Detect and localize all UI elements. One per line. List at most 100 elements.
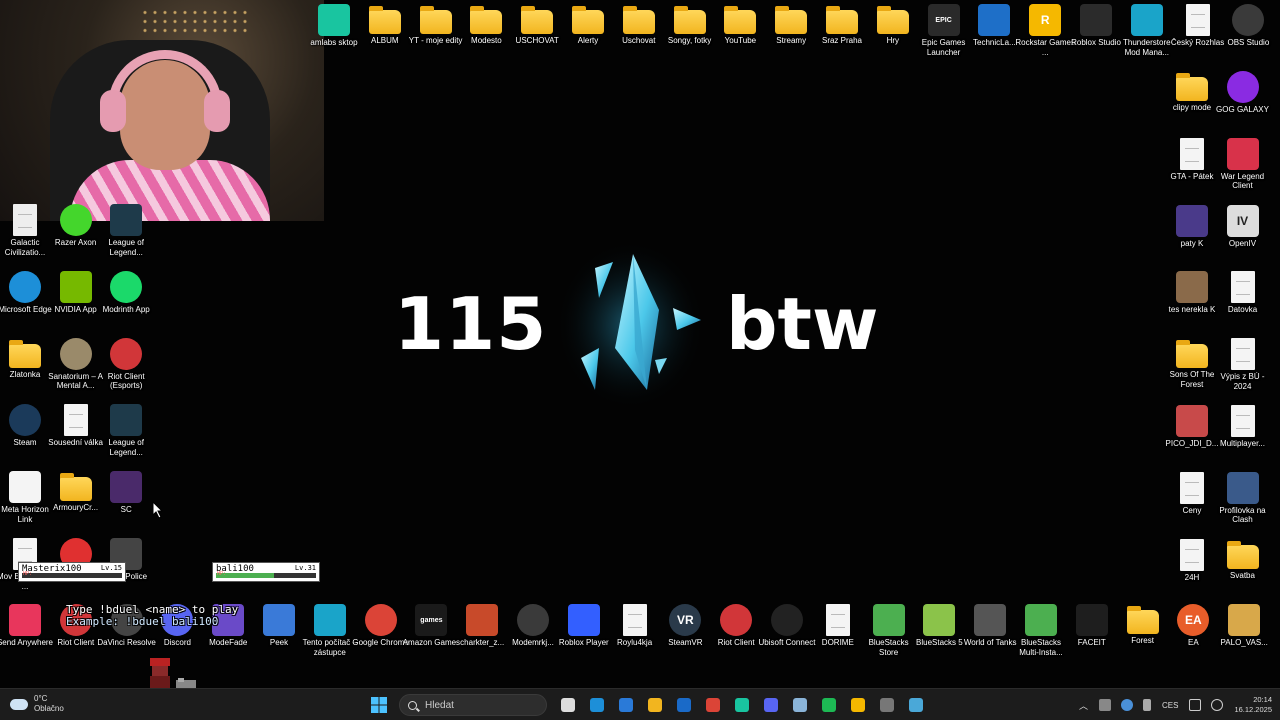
taskbar-app-button[interactable]: [672, 693, 696, 717]
taskbar-app-button[interactable]: [585, 693, 609, 717]
peek-icon: [263, 604, 295, 636]
desktop-shortcut[interactable]: tes nerekla K: [1164, 271, 1220, 333]
desktop-shortcut[interactable]: R Rockstar Games ...: [1015, 4, 1075, 66]
desktop-shortcut[interactable]: Modesto: [458, 4, 514, 66]
desktop-shortcut[interactable]: Send Anywhere: [0, 604, 53, 666]
computer-icon: [313, 604, 346, 636]
desktop-shortcut[interactable]: Galactic Civilizatio...: [0, 204, 53, 266]
desktop-shortcut[interactable]: OBS Studio: [1220, 4, 1276, 66]
desktop-shortcut[interactable]: League of Legend...: [98, 404, 154, 466]
desktop-shortcut[interactable]: GOG GALAXY: [1215, 71, 1271, 133]
taskbar-app-button[interactable]: [730, 693, 754, 717]
desktop-shortcut[interactable]: Svatba: [1215, 539, 1271, 601]
desktop-shortcut[interactable]: IV OpenIV: [1215, 204, 1271, 267]
desktop-shortcut[interactable]: Thunderstore Mod Mana...: [1119, 4, 1175, 66]
desktop-shortcut[interactable]: ArmouryCr...: [48, 471, 104, 533]
taskbar-app-button[interactable]: [846, 693, 870, 717]
desktop-shortcut[interactable]: TechnicLa...: [966, 4, 1022, 66]
desktop-shortcut[interactable]: ALBUM: [357, 4, 413, 66]
shortcut-label: Riot Client (Esports): [107, 371, 145, 391]
desktop-shortcut[interactable]: EA EA: [1165, 604, 1221, 666]
desktop-shortcut[interactable]: Modemrkj...: [505, 604, 561, 666]
desktop-shortcut[interactable]: League of Legend...: [98, 204, 154, 266]
desktop-shortcut[interactable]: Sanatorium – A Mental A...: [48, 337, 104, 400]
microphone-icon[interactable]: [1143, 699, 1151, 711]
desktop-shortcut[interactable]: World of Tanks: [962, 604, 1018, 666]
desktop-shortcut[interactable]: Roblox Player: [556, 604, 612, 666]
taskbar-app-button[interactable]: [817, 693, 841, 717]
desktop-shortcut[interactable]: SC: [98, 471, 154, 533]
desktop-shortcut[interactable]: Sousední válka: [48, 404, 104, 466]
desktop-shortcut[interactable]: clipy mode: [1164, 71, 1220, 133]
desktop-shortcut[interactable]: Riot Client (Esports): [98, 337, 154, 400]
taskbar-app-button[interactable]: [701, 693, 725, 717]
desktop-shortcut[interactable]: Forest: [1115, 604, 1171, 666]
shortcut-label: SC: [120, 505, 132, 515]
desktop-shortcut[interactable]: Steam: [0, 404, 53, 466]
desktop-shortcut[interactable]: Modrinth App: [98, 270, 154, 333]
taskbar-app-button[interactable]: [556, 693, 580, 717]
desktop-shortcut[interactable]: Tento počítač – zástupce: [302, 604, 358, 666]
taskbar-app-button[interactable]: [643, 693, 667, 717]
desktop-shortcut[interactable]: PICO_JDI_D...: [1164, 405, 1220, 467]
desktop-shortcut[interactable]: Profilovka na Clash: [1215, 471, 1271, 534]
desktop-shortcut[interactable]: Razer Axon: [48, 204, 104, 266]
desktop-shortcut[interactable]: Meta Horizon Link: [0, 471, 53, 533]
desktop-shortcut[interactable]: Hry: [865, 4, 921, 66]
taskbar-app-button[interactable]: [904, 693, 928, 717]
desktop-shortcut[interactable]: Riot Client: [708, 604, 764, 666]
desktop-shortcut[interactable]: YT - moje edity: [408, 4, 464, 66]
taskbar-app-button[interactable]: [788, 693, 812, 717]
desktop-shortcut[interactable]: YouTube: [712, 4, 768, 66]
volume-icon[interactable]: [1211, 699, 1224, 711]
desktop-shortcut[interactable]: Streamy: [763, 4, 819, 66]
language-indicator[interactable]: CES: [1162, 701, 1178, 710]
desktop-shortcut[interactable]: Peek: [251, 604, 307, 666]
clock[interactable]: 20:14 16.12.2025: [1234, 695, 1272, 715]
desktop-shortcut[interactable]: USCHOVAT: [509, 4, 565, 66]
search-box[interactable]: Hledat: [399, 694, 547, 716]
clock-time: 20:14: [1253, 695, 1272, 704]
desktop-shortcut[interactable]: Roblox Studio: [1068, 4, 1124, 66]
desktop-shortcut[interactable]: Výpis z BÚ - 2024: [1215, 338, 1271, 400]
desktop-shortcut[interactable]: BlueStacks 5: [911, 604, 967, 666]
desktop-shortcut[interactable]: paty K: [1164, 204, 1220, 267]
start-button[interactable]: [367, 693, 391, 717]
desktop-shortcut[interactable]: EPIC Epic Games Launcher: [916, 4, 972, 66]
desktop-shortcut[interactable]: Datovka: [1215, 271, 1271, 333]
desktop-shortcut[interactable]: BlueStacks Multi-Insta...: [1013, 604, 1069, 666]
desktop-shortcut[interactable]: NVIDIA App: [48, 270, 104, 333]
tray-cloud-icon[interactable]: [1121, 699, 1133, 711]
desktop-shortcut[interactable]: Songy, fotky: [662, 4, 718, 66]
desktop-shortcut[interactable]: FACEIT: [1064, 604, 1120, 666]
desktop-shortcut[interactable]: Uschovat: [611, 4, 667, 66]
desktop-shortcut[interactable]: BlueStacks Store: [861, 604, 917, 666]
taskbar-app-button[interactable]: [759, 693, 783, 717]
desktop-shortcut[interactable]: Roylu4kja: [607, 604, 663, 666]
chevron-up-icon[interactable]: ︿: [1079, 699, 1088, 712]
desktop-shortcut[interactable]: DORIME: [810, 604, 866, 666]
desktop-shortcut[interactable]: Český Rozhlas: [1170, 4, 1226, 66]
desktop-shortcut[interactable]: Sraz Praha: [814, 4, 870, 66]
desktop-shortcut[interactable]: Microsoft Edge: [0, 270, 53, 333]
shortcut-label: War Legend Client: [1220, 171, 1265, 191]
tray-app-icon[interactable]: [1099, 699, 1111, 711]
taskbar-app-button[interactable]: [614, 693, 638, 717]
desktop-shortcut[interactable]: Multiplayer...: [1215, 405, 1271, 467]
network-icon[interactable]: [1189, 699, 1202, 711]
taskbar-app-button[interactable]: [875, 693, 899, 717]
desktop-shortcut[interactable]: 24H: [1164, 538, 1220, 601]
desktop-shortcut[interactable]: Ubisoft Connect: [759, 604, 815, 666]
desktop-shortcut[interactable]: VR SteamVR: [657, 604, 713, 666]
document-icon: [63, 404, 88, 437]
desktop-shortcut[interactable]: Google Chrome: [352, 604, 409, 666]
folder-icon: [470, 6, 503, 34]
desktop-shortcut[interactable]: Alerty: [560, 4, 616, 66]
folder-icon: [1126, 606, 1159, 634]
desktop-shortcut[interactable]: games Amazon Games: [403, 604, 460, 666]
weather-widget[interactable]: 0°C Oblačno: [10, 694, 64, 714]
desktop-shortcut[interactable]: amlabs sktop: [306, 4, 362, 66]
desktop-shortcut[interactable]: War Legend Client: [1215, 137, 1271, 200]
desktop-shortcut[interactable]: PALO_VAS...: [1216, 604, 1272, 666]
desktop-shortcut[interactable]: charkter_z...: [454, 604, 510, 666]
